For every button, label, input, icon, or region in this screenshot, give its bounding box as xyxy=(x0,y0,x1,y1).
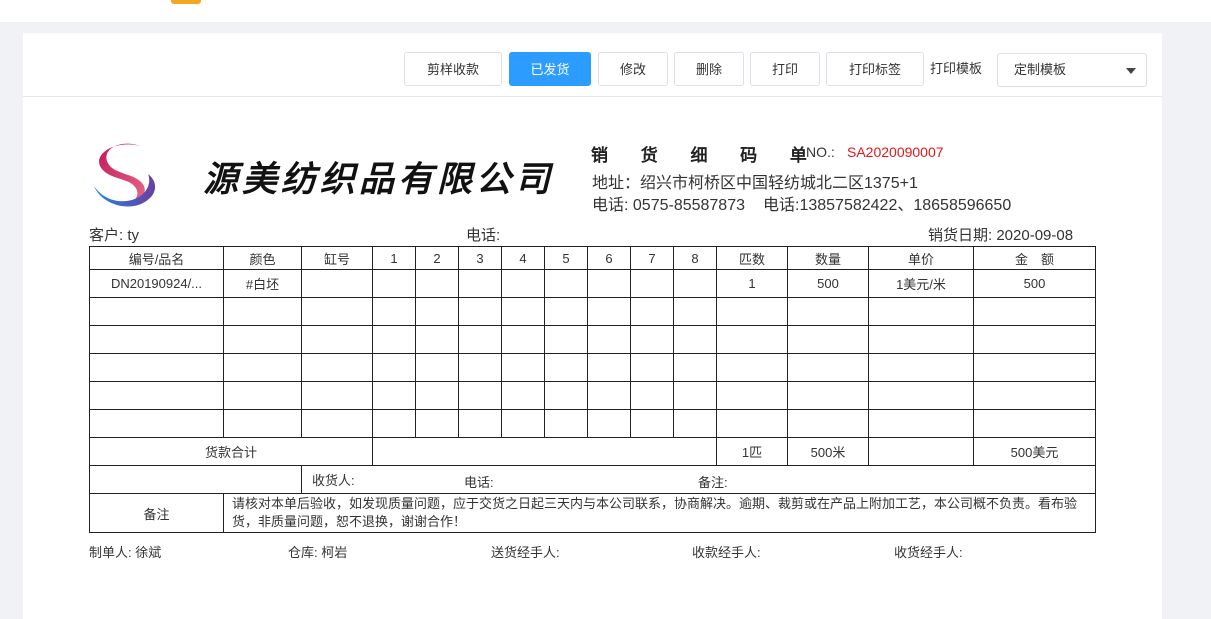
receiver-phone-label: 电话: xyxy=(464,475,494,490)
sale-date-field: 销货日期: 2020-09-08 xyxy=(928,227,1074,244)
edit-button[interactable]: 修改 xyxy=(598,52,668,86)
note-text: 请核对本单后验收，如发现质量问题，应于交货之日起三天内与本公司联系，协商解决。逾… xyxy=(223,493,1096,533)
footer-warehouse: 仓库: 柯岩 xyxy=(288,545,348,560)
sales-detail-table: 编号/品名 颜色 缸号 1 2 3 4 5 6 7 8 匹数 数量 单价 金 额… xyxy=(89,246,1096,533)
total-row: 货款合计 1匹 500米 500美元 xyxy=(89,437,1096,466)
total-quantity: 500米 xyxy=(787,437,869,466)
company-phone-1: 电话: 0575-85587873 xyxy=(592,197,746,214)
document-title: 销 货 细 码 单 xyxy=(591,146,821,165)
toolbar: 剪样收款 已发货 修改 删除 打印 打印标签 打印模板 定制模板 xyxy=(23,33,1162,97)
shipped-button[interactable]: 已发货 xyxy=(509,52,591,86)
cell-unit-price: 1美元/米 xyxy=(868,269,974,298)
company-address: 地址：绍兴市柯桥区中国轻纺城北二区1375+1 xyxy=(592,175,918,192)
header-col-1: 1 xyxy=(372,246,416,270)
header-col-2: 2 xyxy=(415,246,459,270)
customer-phone-field: 电话: xyxy=(466,227,501,244)
table-row-empty xyxy=(89,325,1096,354)
orange-tab-marker xyxy=(171,0,201,4)
header-col-5: 5 xyxy=(544,246,588,270)
header-pieces: 匹数 xyxy=(716,246,788,270)
footer-receipt-handler: 收货经手人: xyxy=(894,545,963,560)
header-amount: 金 额 xyxy=(973,246,1096,270)
header-unit-price: 单价 xyxy=(868,246,974,270)
cell-amount: 500 xyxy=(973,269,1096,298)
cell-quantity: 500 xyxy=(787,269,869,298)
header-col-4: 4 xyxy=(501,246,545,270)
receiver-remark-label: 备注: xyxy=(698,475,728,490)
total-pieces: 1匹 xyxy=(716,437,788,466)
order-number: SA2020090007 xyxy=(847,144,944,160)
company-logo-icon xyxy=(94,143,156,207)
print-template-label: 打印模板 xyxy=(930,61,983,76)
top-bar xyxy=(0,0,1211,22)
table-row-empty xyxy=(89,381,1096,410)
print-template-value: 定制模板 xyxy=(1014,62,1067,77)
header-col-7: 7 xyxy=(630,246,674,270)
cell-pieces: 1 xyxy=(716,269,788,298)
print-button[interactable]: 打印 xyxy=(750,52,820,86)
sample-payment-button[interactable]: 剪样收款 xyxy=(404,52,502,86)
header-col-8: 8 xyxy=(673,246,717,270)
footer-maker: 制单人: 徐斌 xyxy=(89,545,162,560)
table-row-empty xyxy=(89,297,1096,326)
table-row-empty xyxy=(89,353,1096,382)
print-label-button[interactable]: 打印标签 xyxy=(826,52,924,86)
table-row-empty xyxy=(89,409,1096,438)
header-vat-number: 缸号 xyxy=(301,246,373,270)
header-col-6: 6 xyxy=(587,246,631,270)
note-label: 备注 xyxy=(89,493,224,533)
order-number-label: NO.: xyxy=(806,144,835,160)
cell-color: #白坯 xyxy=(223,269,302,298)
delete-button[interactable]: 删除 xyxy=(674,52,744,86)
company-phones: 电话: 0575-85587873 电话:13857582422、18658596… xyxy=(592,191,1029,215)
total-amount: 500美元 xyxy=(973,437,1096,466)
table-row: DN20190924/... #白坯 1 500 1美元/米 500 xyxy=(89,269,1096,298)
cell-vat-number xyxy=(301,269,373,298)
header-color: 颜色 xyxy=(223,246,302,270)
caret-down-icon xyxy=(1126,68,1136,74)
cell-code: DN20190924/... xyxy=(89,269,224,298)
footer-delivery-handler: 送货经手人: xyxy=(491,545,560,560)
customer-field: 客户: ty xyxy=(89,227,140,244)
footer-payment-handler: 收款经手人: xyxy=(692,545,761,560)
header-code: 编号/品名 xyxy=(89,246,224,270)
table-header-row: 编号/品名 颜色 缸号 1 2 3 4 5 6 7 8 匹数 数量 单价 金 额 xyxy=(89,246,1096,270)
receiver-row: 收货人: 电话: 备注: xyxy=(89,465,1096,494)
header-col-3: 3 xyxy=(458,246,502,270)
total-label: 货款合计 xyxy=(89,437,373,466)
note-row: 备注 请核对本单后验收，如发现质量问题，应于交货之日起三天内与本公司联系，协商解… xyxy=(89,493,1096,533)
receiver-label: 收货人: xyxy=(312,473,355,488)
company-name: 源美纺织品有限公司 xyxy=(203,159,555,200)
print-template-select[interactable]: 定制模板 xyxy=(997,53,1147,87)
header-quantity: 数量 xyxy=(787,246,869,270)
company-phone-2: 电话:13857582422、18658596650 xyxy=(763,197,1012,214)
